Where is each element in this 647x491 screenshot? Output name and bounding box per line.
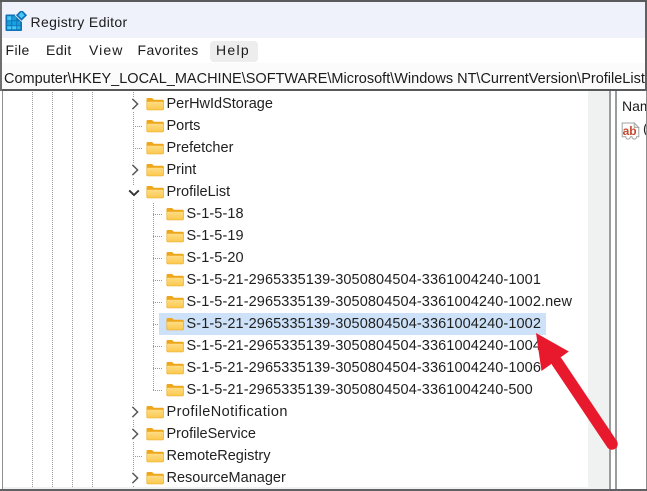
- svg-text:ab: ab: [623, 124, 637, 138]
